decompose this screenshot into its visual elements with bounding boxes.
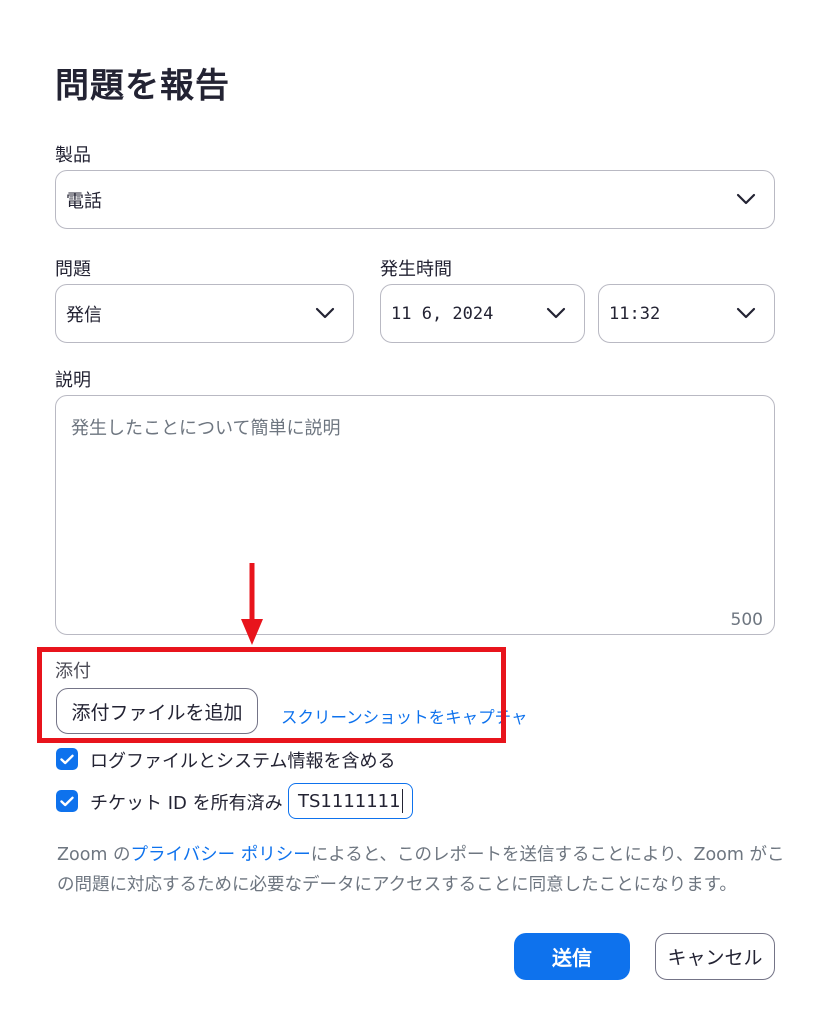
checkmark-icon (60, 796, 74, 806)
dialog-title: 問題を報告 (55, 66, 230, 106)
time-value: 11:32 (609, 303, 661, 324)
include-logs-label: ログファイルとシステム情報を含める (90, 751, 396, 772)
submit-button[interactable]: 送信 (514, 933, 630, 980)
notice-prefix: Zoom の (57, 845, 131, 865)
date-select[interactable]: 11 6, 2024 (380, 284, 585, 343)
occurred-label: 発生時間 (380, 259, 452, 280)
red-arrow-annotation (241, 563, 263, 645)
product-value: 電話 (66, 190, 102, 212)
time-select[interactable]: 11:32 (598, 284, 775, 343)
privacy-notice: Zoom のプライバシー ポリシーによると、このレポートを送信することにより、Z… (57, 840, 787, 900)
character-counter: 500 (730, 610, 763, 630)
has-ticket-label: チケット ID を所有済み (90, 793, 283, 814)
ticket-id-input[interactable]: TS1111111 (288, 783, 413, 819)
issue-label: 問題 (55, 259, 91, 280)
issue-value: 発信 (66, 304, 102, 326)
ticket-id-value: TS1111111 (298, 790, 401, 812)
has-ticket-checkbox[interactable] (56, 790, 78, 812)
chevron-down-icon (546, 307, 566, 318)
product-label: 製品 (55, 145, 91, 166)
product-select[interactable]: 電話 (55, 170, 775, 229)
cancel-button[interactable]: キャンセル (655, 933, 775, 980)
privacy-policy-link[interactable]: プライバシー ポリシー (131, 845, 311, 865)
description-textarea[interactable]: 発生したことについて簡単に説明 500 (55, 395, 775, 635)
chevron-down-icon (736, 193, 756, 204)
text-caret (401, 789, 403, 813)
description-placeholder: 発生したことについて簡単に説明 (71, 418, 341, 439)
include-logs-checkbox[interactable] (56, 748, 78, 770)
checkmark-icon (60, 754, 74, 764)
date-value: 11 6, 2024 (391, 303, 494, 324)
issue-select[interactable]: 発信 (55, 284, 354, 343)
red-highlight-annotation (37, 647, 506, 743)
description-label: 説明 (55, 370, 91, 391)
chevron-down-icon (315, 307, 335, 318)
chevron-down-icon (736, 307, 756, 318)
